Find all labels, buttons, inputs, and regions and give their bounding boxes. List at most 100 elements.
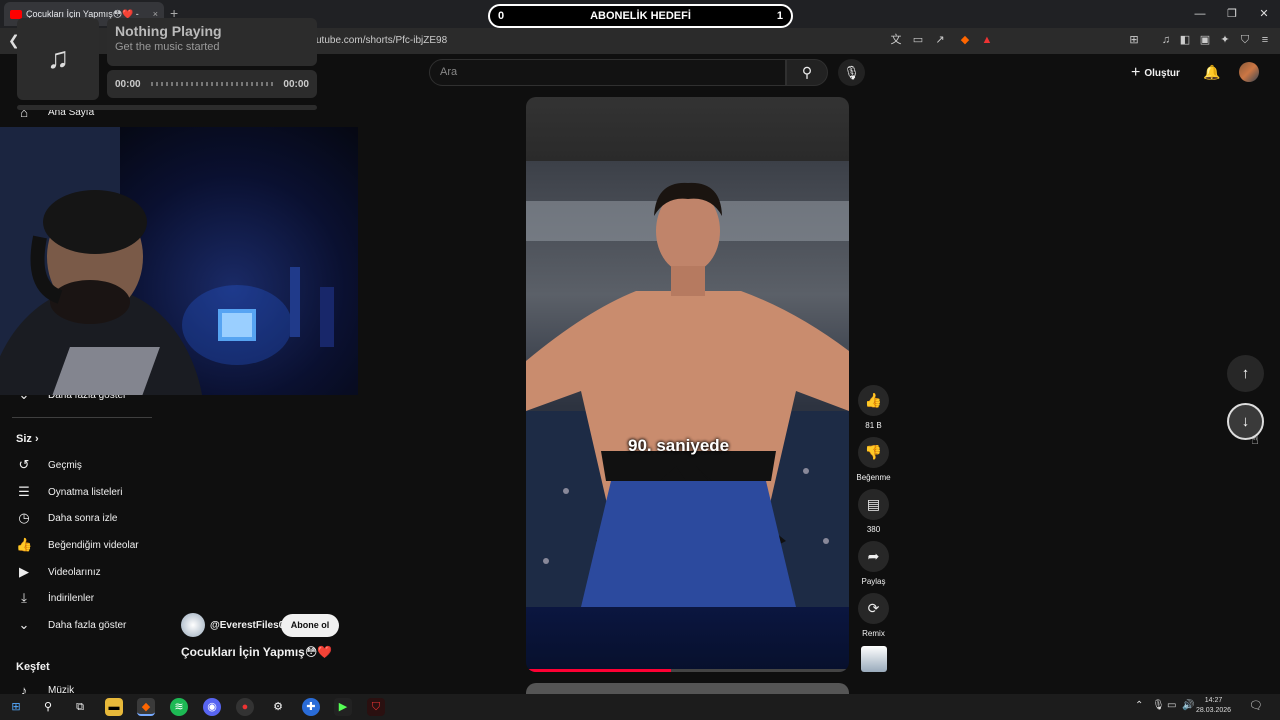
music-note-icon[interactable]: ♫: [17, 18, 99, 100]
music-time-end: 00:00: [283, 78, 309, 90]
subscriber-goal-overlay: 0 ABONELİK HEDEFİ 1: [488, 4, 793, 28]
now-playing-subtitle: Get the music started: [115, 41, 220, 53]
create-label: Oluştur: [1144, 67, 1180, 79]
tray-volume-icon[interactable]: 🔊: [1182, 700, 1194, 711]
search-icon[interactable]: ⚲: [786, 59, 828, 86]
goal-label: ABONELİK HEDEFİ: [590, 10, 691, 22]
music-widget: ♫ Nothing Playing Get the music started …: [17, 18, 317, 110]
video-progress-fill: [526, 669, 672, 672]
brave-shield-icon[interactable]: ◆: [958, 33, 972, 47]
sidebar-heading-you[interactable]: Siz ›: [16, 433, 39, 445]
playlist-icon: ☰: [18, 484, 30, 499]
tray-microphone-icon[interactable]: 🎙: [1152, 700, 1165, 711]
clock-icon: ◷: [18, 510, 30, 525]
previous-short-button[interactable]: ↑: [1227, 355, 1264, 392]
thumb-down-icon: 👎: [864, 444, 883, 460]
download-icon: ⤓: [21, 590, 27, 605]
sidebar-item-label: Beğendiğim videolar: [48, 539, 139, 551]
sidebar-item-label: Oynatma listeleri: [48, 486, 123, 498]
sidebar-item-history[interactable]: ↺ Geçmiş: [16, 455, 82, 475]
music-volume-bar[interactable]: [17, 105, 317, 110]
remix-button[interactable]: ⟳: [858, 593, 889, 624]
close-window-button[interactable]: ✕: [1248, 0, 1280, 28]
sidebar-item-playlists[interactable]: ☰ Oynatma listeleri: [16, 482, 122, 502]
vpn-icon[interactable]: ⛉: [1238, 33, 1252, 47]
music-progress: 00:00 00:00: [107, 70, 317, 98]
thumb-up-icon: 👍: [16, 537, 33, 552]
sidebar-divider: [12, 417, 152, 418]
history-icon: ↺: [18, 457, 30, 472]
short-title: Çocukları İçin Yapmış😳❤️: [181, 645, 333, 659]
sidebar-item-label: Daha sonra izle: [48, 512, 118, 524]
share-page-icon[interactable]: ↗: [933, 33, 947, 47]
restore-button[interactable]: ❐: [1216, 0, 1248, 28]
cast-icon[interactable]: ▭: [911, 33, 925, 47]
wallet-icon[interactable]: ▣: [1198, 33, 1212, 47]
tab-search-icon[interactable]: ⊞: [1127, 33, 1141, 47]
microphone-icon[interactable]: 🎙: [838, 59, 865, 86]
heading-label: Siz: [16, 433, 32, 445]
app-icon[interactable]: ✚: [302, 698, 320, 716]
sidebar-item-liked-videos[interactable]: 👍 Beğendiğim videolar: [16, 535, 139, 555]
url-field[interactable]: utube.com/shorts/Pfc-ibjZE98: [316, 35, 447, 46]
notifications-bell-icon[interactable]: 🔔: [1203, 64, 1220, 81]
menu-icon[interactable]: ≡: [1258, 33, 1272, 47]
account-avatar[interactable]: [1239, 62, 1259, 82]
share-button[interactable]: ➦: [858, 541, 889, 572]
short-video-player[interactable]: [526, 97, 849, 672]
subscribe-button[interactable]: Abone ol: [281, 614, 339, 637]
brave-rewards-icon[interactable]: ▲: [980, 33, 994, 47]
windows-start-icon[interactable]: ⊞: [7, 698, 25, 716]
plus-icon: +: [1131, 64, 1141, 81]
comments-button[interactable]: ▤: [858, 489, 889, 520]
discord-icon[interactable]: ◉: [203, 698, 221, 716]
task-view-icon[interactable]: ⧉: [71, 698, 89, 716]
sidebar-toggle-icon[interactable]: ◧: [1178, 33, 1192, 47]
goal-current: 0: [498, 10, 505, 22]
remix-icon: ⟳: [867, 600, 880, 616]
now-playing-title: Nothing Playing: [115, 23, 222, 39]
shield-app-icon[interactable]: ⛉: [367, 698, 385, 716]
goal-target: 1: [776, 10, 783, 22]
music-progress-track[interactable]: [150, 82, 274, 86]
video-progress-bar[interactable]: [526, 669, 849, 672]
thumb-up-icon: 👍: [864, 392, 883, 408]
channel-avatar[interactable]: [181, 613, 205, 637]
leo-ai-icon[interactable]: ✦: [1218, 33, 1232, 47]
spotify-icon[interactable]: ≋: [170, 698, 188, 716]
sidebar-item-label: Daha fazla göster: [48, 619, 127, 631]
create-button[interactable]: + Oluştur: [1131, 64, 1180, 82]
sidebar-item-watch-later[interactable]: ◷ Daha sonra izle: [16, 508, 117, 528]
video-frame-image: [526, 182, 849, 607]
video-frame: [526, 161, 849, 607]
search-input[interactable]: Ara: [429, 59, 786, 86]
chevron-down-icon: ⌄: [18, 617, 30, 632]
video-letterbox-bottom: [526, 607, 849, 672]
steam-icon[interactable]: ⚙: [269, 698, 287, 716]
sidebar-item-your-videos[interactable]: ▶ Videolarınız: [16, 562, 101, 582]
notification-center-icon[interactable]: 🗨: [1249, 699, 1263, 712]
like-button[interactable]: 👍: [858, 385, 889, 416]
tray-network-icon[interactable]: ▭: [1167, 700, 1176, 711]
taskbar-clock[interactable]: 14:27 28.03.2026: [1196, 696, 1231, 716]
file-explorer-icon[interactable]: ▬: [105, 698, 123, 716]
sidebar-heading-explore: Keşfet: [16, 661, 50, 673]
obs-icon[interactable]: ●: [236, 698, 254, 716]
media-icon[interactable]: ♫: [1159, 33, 1173, 47]
tray-chevron-up-icon[interactable]: ⌃: [1135, 700, 1143, 711]
search-icon[interactable]: ⚲: [39, 698, 57, 716]
minimize-button[interactable]: —: [1184, 0, 1216, 28]
channel-name[interactable]: @EverestFiles0: [210, 620, 284, 631]
hand-cursor-icon: ☝: [1251, 432, 1259, 447]
window-controls: — ❐ ✕: [1184, 0, 1280, 28]
channel-audio-thumbnail[interactable]: [861, 646, 887, 672]
brave-browser-icon[interactable]: ◆: [137, 698, 155, 716]
clock-time: 14:27: [1204, 697, 1223, 704]
sidebar-item-label: İndirilenler: [48, 592, 95, 604]
sidebar-item-downloads[interactable]: ⤓ İndirilenler: [16, 588, 94, 608]
game-launcher-icon[interactable]: ▶: [334, 698, 352, 716]
dislike-button[interactable]: 👎: [858, 437, 889, 468]
sidebar-item-show-more-you[interactable]: ⌄ Daha fazla göster: [16, 615, 127, 635]
music-time-start: 00:00: [115, 78, 141, 90]
translate-icon[interactable]: 文: [889, 33, 903, 47]
